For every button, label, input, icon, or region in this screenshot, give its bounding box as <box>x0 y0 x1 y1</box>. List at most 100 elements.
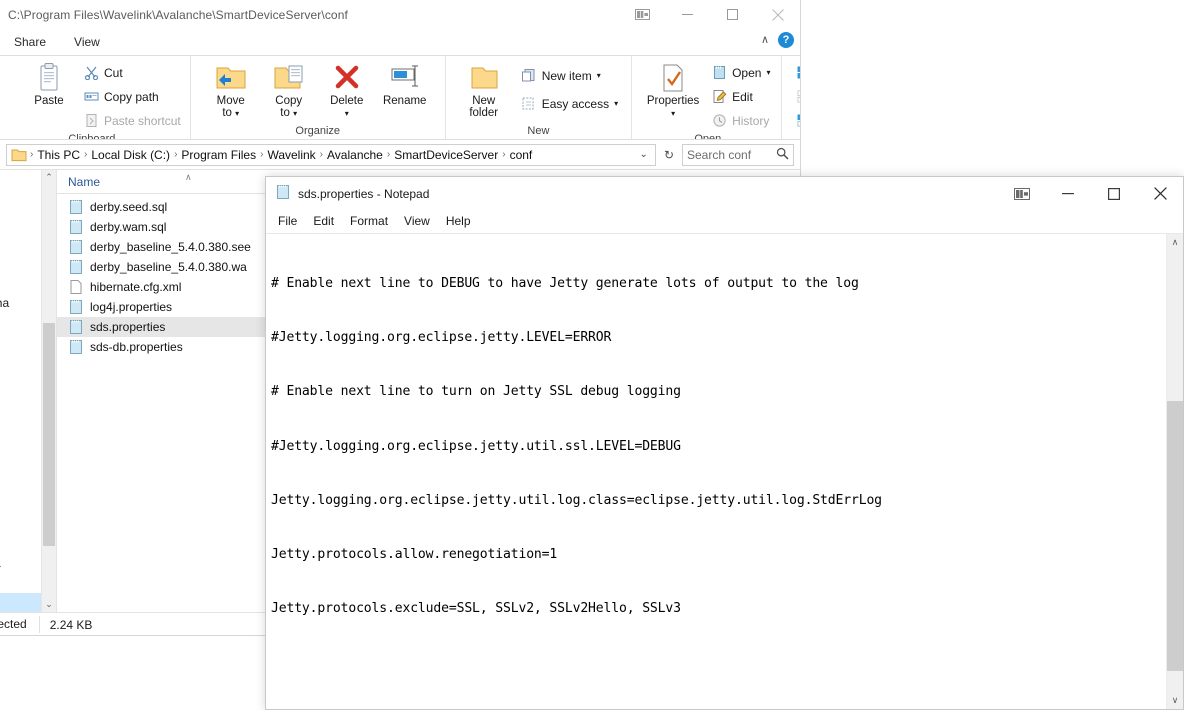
text-line: Jetty.protocols.allow.renegotiation=1 <box>271 546 1166 564</box>
open-label: Open <box>732 65 762 80</box>
screen: C:\Program Files\Wavelink\Avalanche\Smar… <box>0 0 1184 710</box>
breadcrumb-conf[interactable]: conf <box>507 148 536 162</box>
file-name: log4j.properties <box>90 300 173 314</box>
text-line <box>271 654 1166 672</box>
clipboard-icon <box>36 61 62 95</box>
refresh-icon[interactable]: ↻ <box>660 148 678 162</box>
rename-icon <box>388 61 422 95</box>
status-size-text: 2.24 KB <box>49 617 93 632</box>
menu-format[interactable]: Format <box>342 211 396 232</box>
notepad-window-buttons <box>999 177 1183 210</box>
notepad-editor[interactable]: # Enable next line to DEBUG to have Jett… <box>266 233 1183 709</box>
edit-button[interactable]: Edit <box>708 86 773 107</box>
snap-layouts-icon[interactable] <box>619 0 665 29</box>
chevron-down-icon: ▾ <box>614 98 619 108</box>
easy-access-label: Easy access <box>541 96 610 111</box>
delete-button[interactable]: Delete ▾ <box>319 59 375 119</box>
easy-access-button[interactable]: Easy access ▾ <box>518 93 621 114</box>
breadcrumb-local-disk[interactable]: Local Disk (C:) <box>88 148 173 162</box>
menu-help[interactable]: Help <box>438 211 479 232</box>
copy-to-button[interactable]: Copy to ▾ <box>261 59 317 119</box>
minimize-icon[interactable] <box>1045 177 1091 210</box>
file-name: derby_baseline_5.4.0.380.see <box>90 240 251 254</box>
chevron-down-icon: ▾ <box>235 109 240 118</box>
rename-button[interactable]: Rename <box>377 59 433 107</box>
file-name: derby.wam.sql <box>90 220 167 234</box>
chevron-down-icon: ▾ <box>766 67 771 77</box>
paste-button[interactable]: Paste <box>21 59 77 107</box>
ribbon-group-open: Properties ▾ Open ▾ Edit History Open <box>632 56 783 140</box>
cut-button[interactable]: Cut <box>80 62 184 83</box>
file-name: derby.seed.sql <box>90 200 168 214</box>
scroll-thumb[interactable] <box>43 323 55 546</box>
notepad-text-area[interactable]: # Enable next line to DEBUG to have Jett… <box>266 234 1166 709</box>
maximize-icon[interactable] <box>710 0 755 29</box>
notepad-window: sds.properties - Notepad File Edit Forma… <box>265 176 1184 710</box>
scroll-up-icon[interactable]: ∧ <box>1172 234 1179 251</box>
group-label-open: Open <box>694 133 722 140</box>
breadcrumb-program-files[interactable]: Program Files <box>178 148 259 162</box>
explorer-titlebar[interactable]: C:\Program Files\Wavelink\Avalanche\Smar… <box>0 0 800 29</box>
line-text: # Enable next line to DEBUG to have Jett… <box>271 276 859 292</box>
address-dropdown-icon[interactable]: ⌄ <box>635 149 653 160</box>
notepad-titlebar[interactable]: sds.properties - Notepad <box>266 177 1183 210</box>
maximize-icon[interactable] <box>1091 177 1137 210</box>
new-folder-button[interactable]: New folder <box>456 59 512 119</box>
move-to-button[interactable]: Move to ▾ <box>203 59 259 119</box>
chevron-down-icon: ▾ <box>596 70 601 80</box>
scroll-track[interactable] <box>42 185 56 597</box>
file-name: sds.properties <box>90 320 166 334</box>
new-item-icon <box>521 68 537 84</box>
breadcrumb-smartdeviceserver[interactable]: SmartDeviceServer <box>391 148 501 162</box>
select-none-button[interactable]: Select none <box>792 86 800 107</box>
invert-selection-button[interactable]: Invert selection <box>792 110 800 131</box>
text-line: Jetty.protocols.exclude=SSL, SSLv2, SSLv… <box>271 600 1166 618</box>
close-icon[interactable] <box>1137 177 1183 210</box>
tab-view[interactable]: View <box>60 29 114 55</box>
breadcrumb-this-pc[interactable]: This PC <box>34 148 83 162</box>
line-text: Jetty.protocols.allow.renegotiation=1 <box>271 546 558 562</box>
properties-button[interactable]: Properties ▾ <box>642 59 704 119</box>
scroll-down-icon[interactable]: ∨ <box>1172 692 1179 709</box>
menu-view[interactable]: View <box>396 211 438 232</box>
close-icon[interactable] <box>755 0 800 29</box>
scroll-up-icon[interactable]: ⌃ <box>45 170 53 185</box>
new-item-label: New item <box>541 68 592 83</box>
breadcrumb-avalanche[interactable]: Avalanche <box>324 148 386 162</box>
menu-file[interactable]: File <box>270 211 305 232</box>
scroll-down-icon[interactable]: ⌄ <box>45 597 53 612</box>
collapse-ribbon-icon[interactable]: ∧ <box>761 34 769 46</box>
scroll-thumb[interactable] <box>1167 401 1183 671</box>
notepad-scrollbar[interactable]: ∧ ∨ <box>1166 234 1183 709</box>
scissors-icon <box>83 65 99 81</box>
explorer-title: C:\Program Files\Wavelink\Avalanche\Smar… <box>8 7 348 22</box>
snap-layouts-icon[interactable] <box>999 177 1045 210</box>
notepad-menubar: File Edit Format View Help <box>266 210 1183 233</box>
search-input[interactable]: Search conf <box>682 143 794 166</box>
navigation-pane[interactable]: w lvanti t Teams Cha cs nts nts ds <box>0 170 57 612</box>
menu-edit[interactable]: Edit <box>305 211 342 232</box>
column-header-label: Name <box>68 174 101 189</box>
scroll-track[interactable] <box>1167 251 1183 692</box>
new-folder-label: New folder <box>469 95 499 119</box>
copy-path-button[interactable]: Copy path <box>80 86 184 107</box>
file-name: sds-db.properties <box>90 340 183 354</box>
notepad-file-icon <box>68 299 84 315</box>
open-button[interactable]: Open ▾ <box>708 62 773 83</box>
breadcrumb-wavelink[interactable]: Wavelink <box>264 148 318 162</box>
paste-shortcut-icon <box>83 113 99 129</box>
history-button[interactable]: History <box>708 110 773 131</box>
properties-label: Properties ▾ <box>646 95 700 118</box>
text-line: # Enable next line to DEBUG to have Jett… <box>271 275 1166 293</box>
help-icon[interactable]: ? <box>778 32 794 48</box>
properties-icon <box>659 61 687 95</box>
delete-label: Delete ▾ <box>330 95 364 118</box>
edit-label: Edit <box>732 89 753 104</box>
navigation-scrollbar[interactable]: ⌃ ⌄ <box>41 170 56 612</box>
minimize-icon[interactable] <box>665 0 710 29</box>
address-bar[interactable]: › This PC › Local Disk (C:) › Program Fi… <box>6 143 656 166</box>
select-all-button[interactable]: Select all <box>792 62 800 83</box>
tab-share[interactable]: Share <box>0 29 60 55</box>
paste-shortcut-button[interactable]: Paste shortcut <box>80 110 184 131</box>
new-item-button[interactable]: New item ▾ <box>518 65 621 86</box>
